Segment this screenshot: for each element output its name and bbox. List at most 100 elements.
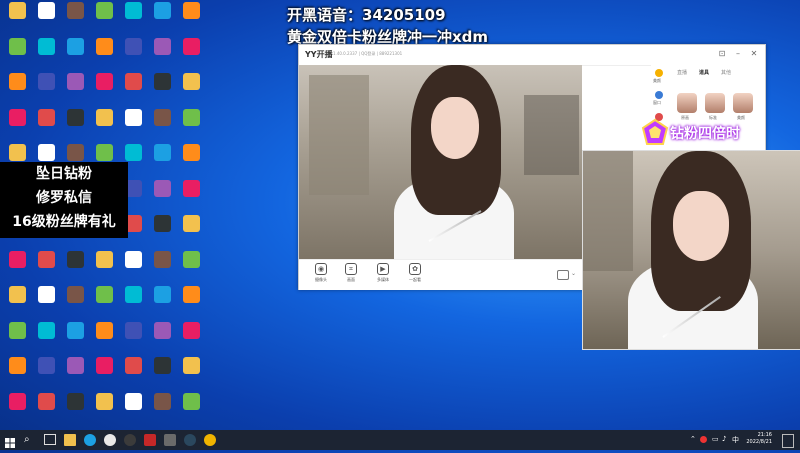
desktop-shortcut-icon[interactable] [89, 73, 119, 103]
yy-app-icon[interactable] [144, 434, 156, 446]
desktop-shortcut-icon[interactable] [147, 392, 177, 423]
edge-icon[interactable] [84, 434, 96, 446]
desktop-shortcut-icon[interactable] [118, 37, 148, 68]
desktop-shortcut-icon[interactable] [89, 37, 119, 68]
desktop-shortcut-icon[interactable] [2, 392, 32, 423]
task-view-icon[interactable] [44, 434, 56, 445]
desktop-shortcut-icon[interactable] [89, 250, 119, 281]
desktop-shortcut-icon[interactable] [60, 2, 90, 32]
desktop-shortcut-icon[interactable] [118, 392, 148, 423]
obs-icon[interactable] [124, 434, 136, 446]
desktop-shortcut-icon[interactable] [60, 357, 90, 387]
search-icon[interactable]: ⌕ [24, 434, 36, 446]
desktop-shortcut-icon[interactable] [118, 321, 148, 352]
chevron-up-icon[interactable]: ⌃ [690, 435, 696, 443]
desktop-shortcut-icon[interactable] [31, 37, 61, 68]
desktop-shortcut-icon[interactable] [147, 144, 177, 174]
watch-together-button[interactable]: ✿ 一起看 [403, 263, 427, 283]
desktop-shortcut-icon[interactable] [31, 250, 61, 281]
steam-icon[interactable] [184, 434, 196, 446]
desktop-shortcut-icon[interactable] [89, 321, 119, 352]
desktop-shortcut-icon[interactable] [147, 286, 177, 316]
desktop-shortcut-icon[interactable] [2, 108, 32, 139]
desktop-shortcut-icon[interactable] [2, 37, 32, 68]
desktop-shortcut-icon[interactable] [60, 392, 90, 423]
desktop-shortcut-icon[interactable] [31, 286, 61, 316]
avatar-original[interactable] [677, 93, 697, 113]
camera-button[interactable]: ◉ 摄像头 [309, 263, 333, 283]
chrome-icon[interactable] [104, 434, 116, 446]
system-tray[interactable]: ⌃ ▭ ♪ 中 [690, 435, 750, 445]
desktop-shortcut-icon[interactable] [176, 357, 206, 387]
desktop-shortcut-icon[interactable] [2, 321, 32, 352]
pin-icon[interactable]: ⊡ [717, 49, 727, 59]
clock-date[interactable]: 2022/8/21 [746, 439, 772, 446]
desktop-shortcut-icon[interactable] [31, 2, 61, 32]
volume-icon[interactable]: ♪ [722, 435, 726, 443]
desktop-shortcut-icon[interactable] [31, 357, 61, 387]
tray-app-icon[interactable] [204, 434, 216, 446]
close-icon[interactable]: ✕ [749, 49, 759, 59]
desktop-shortcut-icon[interactable] [60, 108, 90, 139]
desktop-shortcut-icon[interactable] [176, 250, 206, 281]
desktop-shortcut-icon[interactable] [60, 37, 90, 68]
desktop-shortcut-icon[interactable] [147, 2, 177, 32]
record-icon[interactable] [557, 270, 569, 280]
desktop-shortcut-icon[interactable] [147, 357, 177, 387]
desktop-shortcut-icon[interactable] [89, 108, 119, 139]
tab-other[interactable]: 其他 [721, 69, 731, 76]
desktop-shortcut-icon[interactable] [89, 392, 119, 423]
desktop-shortcut-icon[interactable] [147, 321, 177, 352]
desktop-shortcut-icon[interactable] [31, 108, 61, 139]
desktop-shortcut-icon[interactable] [118, 357, 148, 387]
window-titlebar[interactable]: YY开播 1.40.0.2337 | QQ登录 | 889221301 ⊡ – … [299, 45, 765, 66]
desktop-shortcut-icon[interactable] [176, 144, 206, 174]
tab-props[interactable]: 道具 [699, 69, 709, 76]
desktop-shortcut-icon[interactable] [31, 73, 61, 103]
desktop-shortcut-icon[interactable] [176, 108, 206, 139]
windows-start-icon[interactable] [4, 434, 16, 448]
desktop-shortcut-icon[interactable] [60, 286, 90, 316]
desktop-shortcut-icon[interactable] [2, 250, 32, 281]
input-method-icon[interactable]: 中 [732, 435, 739, 445]
desktop-shortcut-icon[interactable] [31, 321, 61, 352]
desktop-shortcut-icon[interactable] [176, 2, 206, 32]
minimize-icon[interactable]: – [733, 49, 743, 59]
desktop-shortcut-icon[interactable] [2, 357, 32, 387]
desktop-shortcut-icon[interactable] [31, 392, 61, 423]
avatar-beauty[interactable] [733, 93, 753, 113]
app-icon[interactable] [164, 434, 176, 446]
desktop-shortcut-icon[interactable] [147, 73, 177, 103]
desktop-shortcut-icon[interactable] [60, 73, 90, 103]
desktop-shortcut-icon[interactable] [118, 73, 148, 103]
desktop-shortcut-icon[interactable] [176, 73, 206, 103]
window-icon[interactable] [655, 91, 663, 99]
desktop-shortcut-icon[interactable] [60, 321, 90, 352]
desktop-shortcut-icon[interactable] [176, 179, 206, 210]
desktop-shortcut-icon[interactable] [176, 215, 206, 245]
desktop-shortcut-icon[interactable] [147, 250, 177, 281]
notification-icon[interactable] [782, 434, 794, 448]
avatar-standard[interactable] [705, 93, 725, 113]
beauty-icon[interactable] [655, 69, 663, 77]
desktop-shortcut-icon[interactable] [118, 108, 148, 139]
chevron-down-icon[interactable]: ⌄ [571, 270, 576, 277]
desktop-shortcut-icon[interactable] [118, 250, 148, 281]
desktop-shortcut-icon[interactable] [89, 2, 119, 32]
desktop-shortcut-icon[interactable] [2, 73, 32, 103]
desktop-shortcut-icon[interactable] [176, 37, 206, 68]
desktop-shortcut-icon[interactable] [147, 108, 177, 139]
desktop-shortcut-icon[interactable] [89, 286, 119, 316]
desktop-shortcut-icon[interactable] [147, 37, 177, 68]
tray-badge-icon[interactable] [700, 436, 707, 443]
clock-time[interactable]: 21:16 [758, 432, 772, 439]
network-icon[interactable]: ▭ [712, 435, 719, 443]
tab-live[interactable]: 直播 [677, 69, 687, 76]
file-explorer-icon[interactable] [64, 434, 76, 446]
desktop-shortcut-icon[interactable] [147, 215, 177, 245]
media-button[interactable]: ▶ 多媒体 [371, 263, 395, 283]
desktop-shortcut-icon[interactable] [147, 179, 177, 210]
crop-button[interactable]: ⌗ 画面 [339, 263, 363, 283]
desktop-shortcut-icon[interactable] [118, 2, 148, 32]
desktop-shortcut-icon[interactable] [176, 321, 206, 352]
